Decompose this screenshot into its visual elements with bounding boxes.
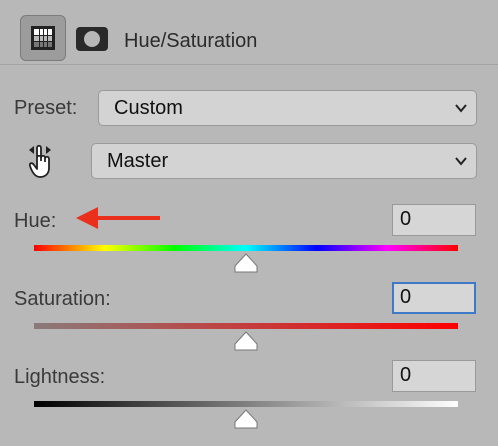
chevron-down-icon xyxy=(455,104,467,113)
channel-select[interactable]: Master xyxy=(91,143,477,179)
saturation-label: Saturation: xyxy=(14,288,111,310)
preset-value: Custom xyxy=(114,97,183,119)
saturation-slider-track[interactable] xyxy=(34,323,458,329)
preset-select[interactable]: Custom xyxy=(98,90,477,126)
preset-label: Preset: xyxy=(14,97,78,119)
lightness-label: Lightness: xyxy=(14,366,106,388)
layer-mask-icon[interactable] xyxy=(76,27,108,51)
panel-header: Hue/Saturation xyxy=(0,0,498,65)
saturation-slider-thumb[interactable] xyxy=(234,331,258,351)
red-arrow-annotation xyxy=(76,207,160,229)
lightness-slider-thumb[interactable] xyxy=(234,409,258,429)
lightness-value-field[interactable]: 0 xyxy=(392,360,476,392)
lightness-slider-track[interactable] xyxy=(34,401,458,407)
hue-label: Hue: xyxy=(14,210,57,232)
mask-circle xyxy=(84,31,100,47)
saturation-value-field[interactable]: 0 xyxy=(392,282,476,314)
hue-slider-track[interactable] xyxy=(34,245,458,251)
panel-title: Hue/Saturation xyxy=(124,30,258,52)
targeted-adjustment-hand-icon[interactable] xyxy=(27,144,61,180)
hue-slider-thumb[interactable] xyxy=(234,253,258,273)
chevron-down-icon xyxy=(455,157,467,166)
channel-value: Master xyxy=(107,150,169,172)
hue-value-field[interactable]: 0 xyxy=(392,204,476,236)
adjustment-layer-icon[interactable] xyxy=(20,15,66,61)
